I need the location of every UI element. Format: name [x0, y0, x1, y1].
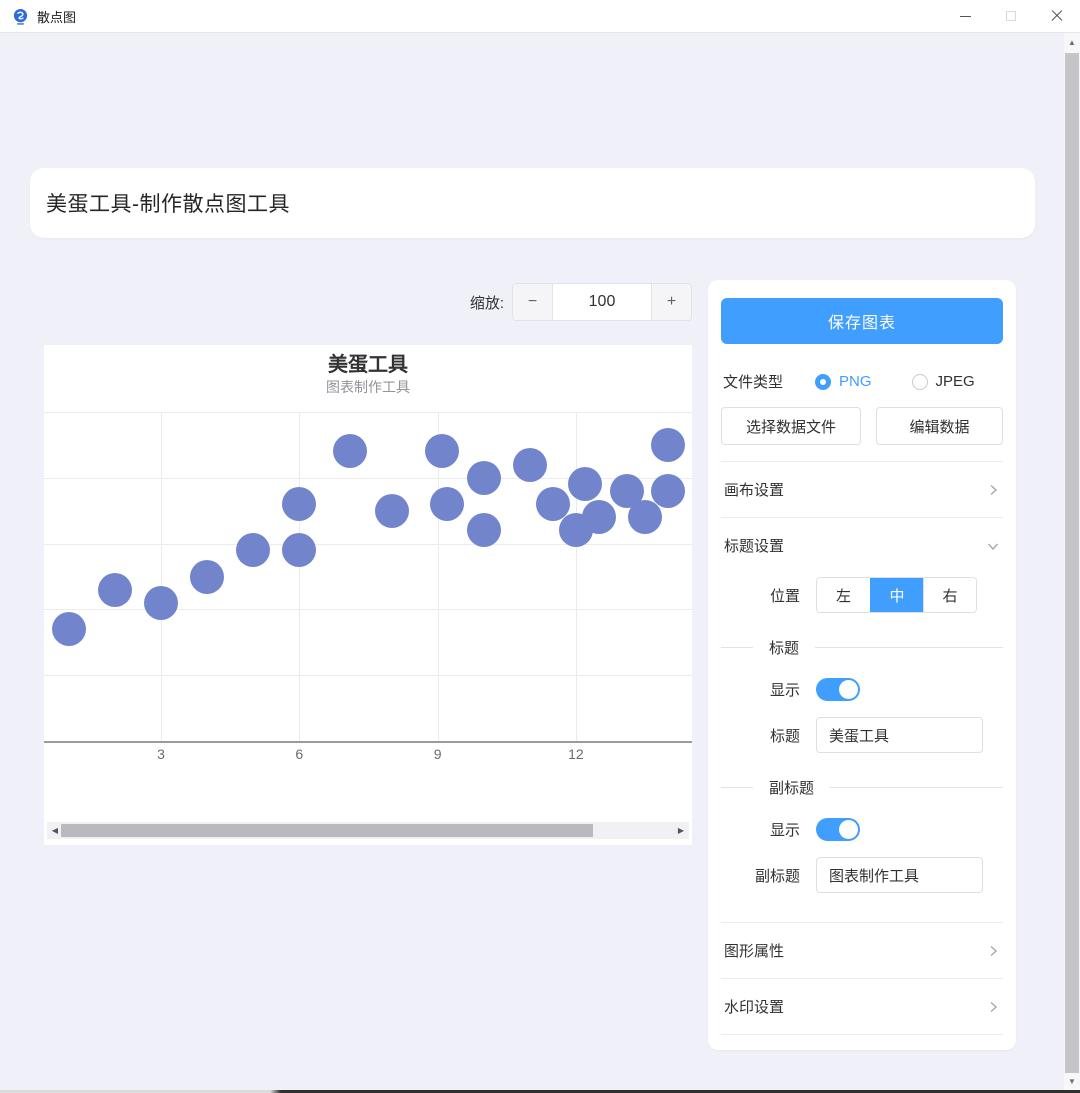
- title-show-toggle[interactable]: [816, 678, 860, 701]
- gridline-horizontal: [44, 412, 692, 413]
- scatter-point: [651, 474, 685, 508]
- save-chart-button[interactable]: 保存图表: [721, 298, 1003, 344]
- page-title: 美蛋工具-制作散点图工具: [46, 188, 290, 218]
- file-type-row: 文件类型 PNG JPEG: [721, 371, 1003, 392]
- gridline-horizontal: [44, 544, 692, 545]
- toggle-knob: [839, 680, 858, 699]
- scatter-point: [190, 560, 224, 594]
- gridline-horizontal: [44, 675, 692, 676]
- file-type-label: 文件类型: [723, 371, 783, 392]
- watermark-settings-label: 水印设置: [724, 996, 784, 1017]
- scatter-point: [425, 434, 459, 468]
- zoom-control: 缩放: − +: [440, 283, 692, 321]
- scroll-right-icon[interactable]: ▶: [675, 822, 687, 839]
- window-title: 散点图: [37, 7, 76, 26]
- vertical-scroll-thumb[interactable]: [1065, 53, 1079, 1073]
- position-center-button[interactable]: 中: [870, 578, 923, 612]
- maximize-button[interactable]: [988, 0, 1034, 32]
- scatter-point: [513, 448, 547, 482]
- zoom-label: 缩放:: [470, 292, 504, 313]
- subtitle-field-label: 副标题: [721, 865, 816, 886]
- title-input[interactable]: [816, 717, 983, 753]
- title-settings-label: 标题设置: [724, 535, 784, 556]
- scatter-point: [98, 573, 132, 607]
- chevron-right-icon: [986, 944, 1000, 958]
- position-right-button[interactable]: 右: [923, 578, 976, 612]
- subtitle-legend: 副标题: [721, 777, 1003, 798]
- chart-horizontal-scrollbar[interactable]: ◀ ▶: [47, 822, 689, 839]
- scatter-point: [651, 428, 685, 462]
- zoom-in-button[interactable]: +: [651, 284, 691, 320]
- scatter-point: [582, 500, 616, 534]
- scatter-plot-area: 3 6 9 12: [44, 345, 692, 845]
- title-show-label: 显示: [721, 679, 816, 700]
- minimize-icon: [960, 16, 971, 17]
- close-button[interactable]: [1034, 0, 1080, 32]
- scroll-left-icon[interactable]: ◀: [49, 822, 61, 839]
- radio-selected-icon: [815, 374, 831, 390]
- scatter-point: [628, 500, 662, 534]
- scatter-point: [467, 461, 501, 495]
- settings-panel: 保存图表 文件类型 PNG JPEG 选择数据文件 编辑数据 画布设置 标题设置…: [708, 280, 1016, 1050]
- scroll-down-icon[interactable]: ▼: [1064, 1074, 1080, 1089]
- scatter-point: [568, 467, 602, 501]
- choose-data-file-button[interactable]: 选择数据文件: [721, 407, 861, 445]
- edit-data-button[interactable]: 编辑数据: [876, 407, 1003, 445]
- subtitle-show-label: 显示: [721, 819, 816, 840]
- graphic-properties-label: 图形属性: [724, 940, 784, 961]
- scatter-point: [236, 533, 270, 567]
- scatter-point: [430, 487, 464, 521]
- section-graphic-properties[interactable]: 图形属性: [721, 922, 1003, 978]
- page-title-card: 美蛋工具-制作散点图工具: [30, 168, 1035, 238]
- zoom-out-button[interactable]: −: [513, 284, 553, 320]
- horizontal-scroll-thumb[interactable]: [61, 824, 593, 837]
- scatter-point: [52, 612, 86, 646]
- gridline-vertical: [299, 412, 300, 741]
- chevron-right-icon: [986, 483, 1000, 497]
- x-axis-tick-label: 3: [141, 746, 181, 762]
- subtitle-input[interactable]: [816, 857, 983, 893]
- position-segmented-control: 左 中 右: [816, 577, 977, 613]
- scatter-point: [282, 487, 316, 521]
- title-field-label: 标题: [721, 725, 816, 746]
- x-axis-tick-label: 12: [556, 746, 596, 762]
- chart-canvas: 美蛋工具 图表制作工具 36912 ◀ ▶: [44, 345, 692, 845]
- radio-png-label: PNG: [839, 373, 872, 390]
- position-left-button[interactable]: 左: [817, 578, 870, 612]
- scatter-point: [282, 533, 316, 567]
- canvas-settings-label: 画布设置: [724, 479, 784, 500]
- gridline-vertical: [576, 412, 577, 741]
- maximize-icon: [1006, 11, 1016, 21]
- section-canvas-settings[interactable]: 画布设置: [721, 461, 1003, 517]
- scatter-point: [375, 494, 409, 528]
- app-logo-icon: [12, 8, 29, 25]
- minimize-button[interactable]: [942, 0, 988, 32]
- toggle-knob: [839, 820, 858, 839]
- x-axis-line: [44, 741, 692, 743]
- window-titlebar: 散点图: [0, 0, 1080, 33]
- position-label: 位置: [721, 585, 816, 606]
- scroll-up-icon[interactable]: ▲: [1064, 35, 1080, 50]
- scatter-point: [333, 434, 367, 468]
- section-watermark-settings[interactable]: 水印设置: [721, 978, 1003, 1034]
- radio-jpeg[interactable]: JPEG: [912, 373, 975, 390]
- chevron-down-icon: [986, 539, 1000, 553]
- subtitle-show-toggle[interactable]: [816, 818, 860, 841]
- close-icon: [1051, 10, 1063, 22]
- section-title-settings[interactable]: 标题设置: [721, 517, 1003, 573]
- scatter-point: [467, 513, 501, 547]
- scatter-point: [144, 586, 178, 620]
- radio-unselected-icon: [912, 374, 928, 390]
- gridline-horizontal: [44, 609, 692, 610]
- title-legend: 标题: [721, 637, 1003, 658]
- gridline-vertical: [161, 412, 162, 741]
- radio-png[interactable]: PNG: [815, 373, 872, 390]
- page-vertical-scrollbar[interactable]: ▲ ▼: [1064, 33, 1080, 1090]
- radio-jpeg-label: JPEG: [936, 373, 975, 390]
- x-axis-tick-label: 6: [279, 746, 319, 762]
- zoom-value-input[interactable]: [553, 284, 651, 320]
- x-axis-tick-label: 9: [418, 746, 458, 762]
- chevron-right-icon: [986, 1000, 1000, 1014]
